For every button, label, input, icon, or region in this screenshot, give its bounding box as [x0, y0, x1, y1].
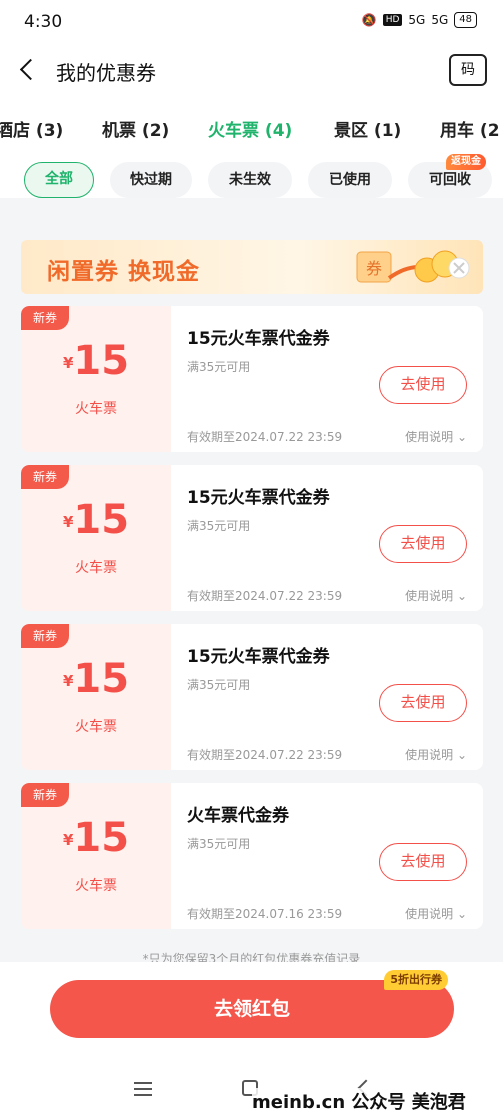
- new-coupon-tag: 新券: [21, 465, 70, 489]
- coupon-value-panel: 新券 ¥15 火车票: [21, 306, 171, 452]
- code-button[interactable]: 码: [449, 54, 487, 86]
- tab-train[interactable]: 火车票 (4): [208, 116, 292, 141]
- hd-icon: HD: [382, 14, 403, 26]
- nav-bar: 我的优惠券 码: [0, 48, 503, 94]
- use-coupon-button[interactable]: 去使用: [379, 843, 467, 881]
- currency-symbol: ¥: [62, 831, 74, 849]
- banner-art-text: 券: [366, 259, 382, 278]
- usage-instructions-link[interactable]: 使用说明 ⌄: [405, 746, 467, 763]
- status-time: 4:30: [24, 12, 63, 32]
- coupon-amount: ¥15: [21, 815, 171, 861]
- coupon-condition: 满35元可用: [187, 519, 251, 533]
- filter-used[interactable]: 已使用: [308, 162, 392, 198]
- filter-recyclable[interactable]: 可回收 返现金: [408, 154, 492, 198]
- back-icon[interactable]: [16, 54, 42, 84]
- coupon-expiry: 有效期至2024.07.16 23:59: [187, 907, 343, 921]
- new-coupon-tag: 新券: [21, 783, 70, 807]
- tab-scenic[interactable]: 景区 (1): [334, 116, 401, 141]
- coupon-type: 火车票: [75, 560, 117, 576]
- discount-badge: 5折出行券: [384, 970, 448, 990]
- coupon-title: 15元火车票代金券: [187, 329, 330, 349]
- coupon-title: 15元火车票代金券: [187, 488, 330, 508]
- coupon-title: 15元火车票代金券: [187, 647, 330, 667]
- battery-icon: 48: [454, 12, 477, 28]
- use-coupon-button[interactable]: 去使用: [379, 525, 467, 563]
- usage-instructions-link[interactable]: 使用说明 ⌄: [405, 428, 467, 445]
- filter-all[interactable]: 全部: [24, 162, 94, 198]
- status-bar: 4:30 🔕 HD 5G 5G 48: [0, 0, 503, 44]
- get-red-packet-button[interactable]: 去领红包 5折出行券: [50, 970, 454, 1038]
- amount-value: 15: [73, 497, 130, 543]
- new-coupon-tag: 新券: [21, 624, 70, 648]
- filter-not-active[interactable]: 未生效: [208, 162, 292, 198]
- coupon-amount: ¥15: [21, 656, 171, 702]
- coin-illustration-icon: 券: [356, 250, 470, 283]
- currency-symbol: ¥: [62, 354, 74, 372]
- header-area: 4:30 🔕 HD 5G 5G 48 我的优惠券 码 酒店 (3) 机票 (2)…: [0, 0, 503, 198]
- page-title: 我的优惠券: [56, 61, 156, 85]
- coupon-type: 火车票: [75, 401, 117, 417]
- amount-value: 15: [73, 338, 130, 384]
- amount-value: 15: [73, 656, 130, 702]
- coupon-value-panel: 新券 ¥15 火车票: [21, 624, 171, 770]
- coupon-value-panel: 新券 ¥15 火车票: [21, 783, 171, 929]
- code-label: 码: [461, 62, 475, 78]
- status-filters: 全部 快过期 未生效 已使用 可回收 返现金: [0, 154, 503, 202]
- coupon-value-panel: 新券 ¥15 火车票: [21, 465, 171, 611]
- amount-value: 15: [73, 815, 130, 861]
- usage-instructions-link[interactable]: 使用说明 ⌄: [405, 587, 467, 604]
- coupon-card: 新券 ¥15 火车票 15元火车票代金券 满35元可用 去使用 有效期至2024…: [21, 624, 483, 770]
- coupon-card: 新券 ¥15 火车票 15元火车票代金券 满35元可用 去使用 有效期至2024…: [21, 306, 483, 452]
- coupon-condition: 满35元可用: [187, 837, 251, 851]
- tab-hotel[interactable]: 酒店 (3): [0, 116, 63, 141]
- currency-symbol: ¥: [62, 672, 74, 690]
- coupon-type: 火车票: [75, 719, 117, 735]
- filter-recyclable-label: 可回收: [429, 172, 471, 188]
- use-coupon-button[interactable]: 去使用: [379, 684, 467, 722]
- coupon-amount: ¥15: [21, 338, 171, 384]
- coupon-title: 火车票代金券: [187, 806, 289, 826]
- coupon-condition: 满35元可用: [187, 678, 251, 692]
- status-icons: 🔕 HD 5G 5G 48: [362, 12, 477, 28]
- coupon-expiry: 有效期至2024.07.22 23:59: [187, 589, 343, 603]
- filter-expiring[interactable]: 快过期: [110, 162, 192, 198]
- mute-icon: 🔕: [361, 13, 377, 27]
- coupon-condition: 满35元可用: [187, 360, 251, 374]
- watermark-text: meinb.cn 公众号 美泡君: [252, 1088, 466, 1114]
- coupon-card: 新券 ¥15 火车票 火车票代金券 满35元可用 去使用 有效期至2024.07…: [21, 783, 483, 929]
- currency-symbol: ¥: [62, 513, 74, 531]
- signal-icon-2: 5G: [431, 13, 449, 27]
- coupon-expiry: 有效期至2024.07.22 23:59: [187, 430, 343, 444]
- coupon-type: 火车票: [75, 878, 117, 894]
- banner-text: 闲置券 换现金: [47, 259, 201, 285]
- new-coupon-tag: 新券: [21, 306, 70, 330]
- tab-flight[interactable]: 机票 (2): [102, 116, 169, 141]
- signal-icon: 5G: [408, 13, 426, 27]
- coupon-amount: ¥15: [21, 497, 171, 543]
- tab-car[interactable]: 用车 (2: [440, 116, 500, 141]
- usage-instructions-link[interactable]: 使用说明 ⌄: [405, 905, 467, 922]
- cashback-badge: 返现金: [446, 154, 486, 170]
- get-red-packet-label: 去领红包: [213, 998, 290, 1020]
- use-coupon-button[interactable]: 去使用: [379, 366, 467, 404]
- menu-icon[interactable]: [134, 1082, 152, 1096]
- coupon-expiry: 有效期至2024.07.22 23:59: [187, 748, 343, 762]
- coupon-card: 新券 ¥15 火车票 15元火车票代金券 满35元可用 去使用 有效期至2024…: [21, 465, 483, 611]
- category-tabs: 酒店 (3) 机票 (2) 火车票 (4) 景区 (1) 用车 (2: [0, 110, 503, 146]
- cash-exchange-banner[interactable]: 闲置券 换现金 券: [21, 240, 483, 294]
